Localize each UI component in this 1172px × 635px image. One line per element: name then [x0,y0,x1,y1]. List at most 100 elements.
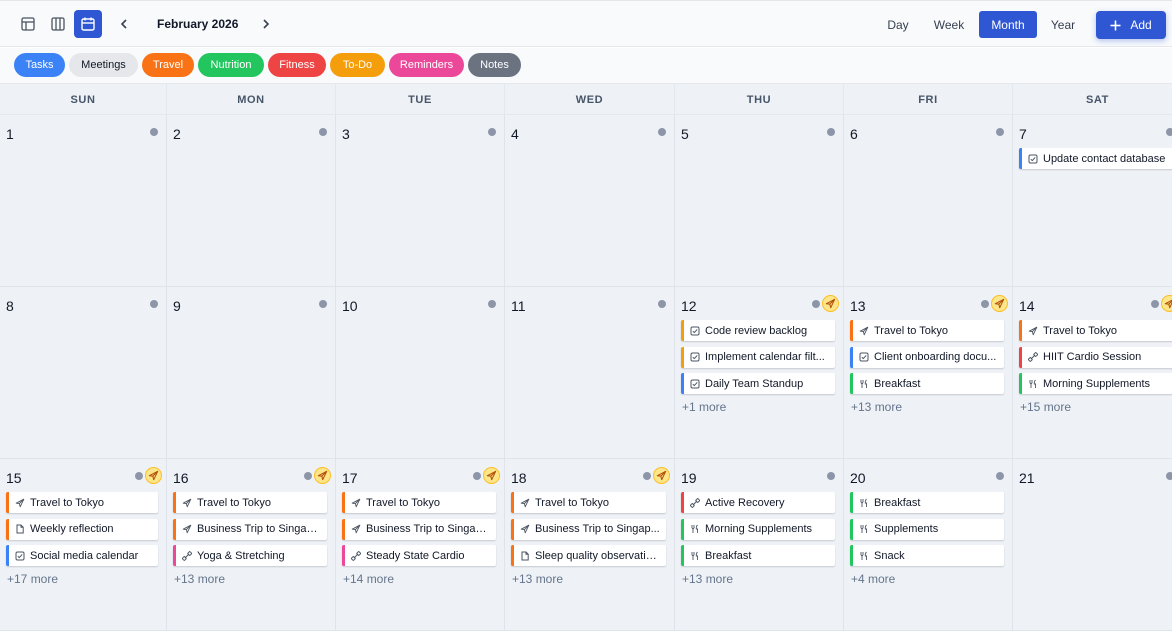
event-item[interactable]: Weekly reflection [6,518,158,540]
day-cell[interactable]: 1 [0,115,167,287]
day-cell[interactable]: 21 [1013,459,1172,631]
event-item[interactable]: Morning Supplements [1019,373,1172,394]
utensils-icon [859,379,869,389]
event-item[interactable]: Active Recovery [681,492,835,513]
filter-chip-notes[interactable]: Notes [468,53,521,77]
event-item[interactable]: Travel to Tokyo [6,492,158,513]
event-item[interactable]: HIIT Cardio Session [1019,346,1172,368]
day-cell[interactable]: 9 [167,287,336,459]
event-item[interactable]: Travel to Tokyo [511,492,666,513]
event-item[interactable]: Breakfast [850,492,1004,513]
plus-icon [1110,20,1121,30]
travel-badge-icon [483,467,500,484]
day-cell[interactable]: 19 Active Recovery Morning Supplements Brea… [675,459,844,631]
status-dot [473,472,481,480]
table-view-button[interactable] [14,10,42,38]
plane-icon [351,498,361,508]
filter-chip-nutrition[interactable]: Nutrition [198,53,264,77]
event-label: Supplements [874,523,939,535]
event-item[interactable]: Sleep quality observatio... [511,545,666,566]
day-number: 3 [342,126,350,142]
event-item[interactable]: Implement calendar filt... [681,346,835,368]
event-item[interactable]: Breakfast [850,373,1004,394]
checkbox-icon [15,551,25,561]
previous-month-button[interactable] [113,13,135,35]
event-item[interactable]: Business Trip to Singap... [511,518,666,540]
day-cell[interactable]: 20 Breakfast Supplements Snack +4 more [844,459,1013,631]
event-item[interactable]: Update contact database [1019,148,1172,169]
filter-chip-fitness[interactable]: Fitness [268,53,326,77]
event-item[interactable]: Morning Supplements [681,518,835,540]
more-events-link[interactable]: +13 more [851,400,902,414]
filter-chip-travel[interactable]: Travel [142,53,194,77]
day-cell[interactable]: 13 Travel to Tokyo Client onboarding docu.… [844,287,1013,459]
event-item[interactable]: Business Trip to Singap... [342,518,496,540]
day-cell[interactable]: 15 Travel to Tokyo Weekly reflection Social… [0,459,167,631]
day-cell[interactable]: 3 [336,115,505,287]
add-event-button[interactable]: Add [1096,11,1166,39]
filter-chip-reminders[interactable]: Reminders [389,53,464,77]
event-label: Morning Supplements [1043,377,1151,390]
range-month-button[interactable]: Month [979,11,1037,38]
day-cell[interactable]: 8 [0,287,167,459]
event-item[interactable]: Travel to Tokyo [173,492,327,513]
event-item[interactable]: Breakfast [681,545,835,566]
day-number: 19 [681,470,697,486]
event-label: Sleep quality observatio... [535,549,661,562]
day-number: 5 [681,126,689,142]
more-events-link[interactable]: +13 more [512,572,563,586]
range-day-button[interactable]: Day [878,11,918,38]
dumbbell-icon [182,550,192,561]
more-events-link[interactable]: +4 more [851,572,895,586]
event-item[interactable]: Daily Team Standup [681,373,835,394]
day-cell[interactable]: 14 Travel to Tokyo HIIT Cardio Session Morn… [1013,287,1172,459]
day-number: 2 [173,126,181,142]
event-item[interactable]: Steady State Cardio [342,545,496,566]
more-events-link[interactable]: +15 more [1020,400,1071,414]
day-cell[interactable]: 18 Travel to Tokyo Business Trip to Singap… [505,459,675,631]
more-events-link[interactable]: +1 more [682,400,726,414]
event-item[interactable]: Supplements [850,518,1004,540]
plane-icon [520,498,530,508]
checkbox-icon [690,379,700,389]
more-events-link[interactable]: +13 more [174,572,225,586]
filter-chip-meetings[interactable]: Meetings [69,53,138,77]
more-events-link[interactable]: +17 more [7,572,58,586]
day-cell[interactable]: 2 [167,115,336,287]
calendar-view-button[interactable] [74,10,102,38]
event-item[interactable]: Snack [850,545,1004,566]
day-cell[interactable]: 11 [505,287,675,459]
event-label: Code review backlog [705,324,808,337]
more-events-link[interactable]: +13 more [682,572,733,586]
day-cell[interactable]: 10 [336,287,505,459]
range-week-button[interactable]: Week [925,11,973,38]
event-item[interactable]: Client onboarding docu... [850,346,1004,368]
event-label: Travel to Tokyo [197,496,271,509]
status-dot [488,128,496,136]
day-cell[interactable]: 12 Code review backlog Implement calendar … [675,287,844,459]
day-cell[interactable]: 4 [505,115,675,287]
more-events-link[interactable]: +14 more [343,572,394,586]
columns-view-button[interactable] [44,10,72,38]
event-item[interactable]: Travel to Tokyo [1019,320,1172,341]
next-month-button[interactable] [255,13,277,35]
status-dot [304,472,312,480]
filter-chip-to-do[interactable]: To-Do [330,53,385,77]
event-item[interactable]: Travel to Tokyo [342,492,496,513]
day-cell[interactable]: 6 [844,115,1013,287]
filter-chip-tasks[interactable]: Tasks [14,53,65,77]
month-title: February 2026 [157,17,239,31]
day-cell[interactable]: 5 [675,115,844,287]
event-item[interactable]: Code review backlog [681,320,835,341]
plane-icon [351,524,361,534]
weekday-thu: THU [675,84,844,115]
day-number: 17 [342,470,358,486]
event-item[interactable]: Business Trip to Singap... [173,518,327,540]
event-item[interactable]: Social media calendar [6,545,158,566]
day-cell[interactable]: 7 Update contact database [1013,115,1172,287]
day-cell[interactable]: 17 Travel to Tokyo Business Trip to Singap… [336,459,505,631]
range-year-button[interactable]: Year [1043,11,1083,38]
event-item[interactable]: Yoga & Stretching [173,545,327,566]
event-item[interactable]: Travel to Tokyo [850,320,1004,341]
day-cell[interactable]: 16 Travel to Tokyo Business Trip to Singap… [167,459,336,631]
